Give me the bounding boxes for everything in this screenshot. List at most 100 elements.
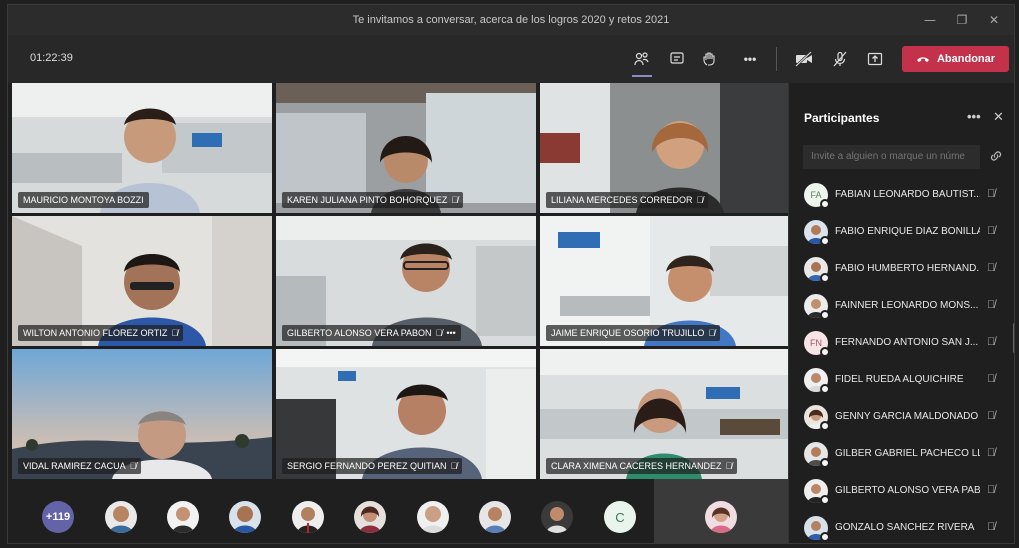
mic-muted-icon: 🎙̸ [171,328,179,338]
camera-toggle-button[interactable] [792,47,816,71]
participant-name: FABIO ENRIQUE DIAZ BONILLA [835,226,980,237]
avatar-photo [354,501,386,533]
list-item[interactable]: FABIO ENRIQUE DIAZ BONILLA 🎙̸ [789,214,1014,251]
mic-muted-icon: 🎙̸ [129,461,137,471]
presence-status [820,384,830,394]
video-tile[interactable]: WILTON ANTONIO FLOREZ ORTIZ 🎙̸ [12,216,272,346]
mic-muted-icon: 🎙̸ [987,521,996,533]
participant-avatar[interactable] [541,501,573,533]
video-tile[interactable]: JAIME ENRIQUE OSORIO TRUJILLO 🎙̸ [540,216,800,346]
video-tile[interactable]: SERGIO FERNANDO PEREZ QUITIAN 🎙̸ [276,349,536,479]
avatar-photo [292,501,324,533]
participant-avatar [804,294,830,320]
leave-meeting-button[interactable]: Abandonar [902,46,1009,72]
participant-avatar [804,405,830,431]
panel-scrollbar[interactable] [1013,323,1014,353]
video-tile[interactable]: GILBERTO ALONSO VERA PABON 🎙̸ ••• [276,216,536,346]
list-item[interactable]: FIDEL RUEDA ALQUICHIRE 🎙̸ [789,362,1014,399]
list-item[interactable]: GILBER GABRIEL PACHECO LL... 🎙̸ [789,436,1014,473]
list-item[interactable]: GONZALO SANCHEZ RIVERA 🎙̸ [789,510,1014,543]
mic-muted-icon: 🎙̸ [696,195,704,205]
presence-status [820,199,830,209]
avatar-photo [167,501,199,533]
window-controls: — ❐ ✕ [914,5,1010,35]
participant-strip: +119 C [8,479,788,543]
meeting-timer: 01:22:39 [30,52,73,64]
participant-avatar: FA [804,183,830,209]
avatar-photo [417,501,449,533]
participant-name-tag: LILIANA MERCEDES CORREDOR 🎙̸ [546,192,709,208]
video-tile[interactable]: VIDAL RAMIREZ CACUA 🎙̸ [12,349,272,479]
participant-name: SERGIO FERNANDO PEREZ QUITIAN [287,461,447,471]
mic-toggle-button[interactable] [828,47,852,71]
meeting-toolbar: 01:22:39 ••• Abandonar [8,35,1014,83]
participant-name: FAINNER LEONARDO MONS... [835,300,979,311]
participant-name-tag: MAURICIO MONTOYA BOZZI [18,192,149,208]
participant-name-tag: WILTON ANTONIO FLOREZ ORTIZ 🎙̸ [18,325,184,341]
participant-name: FIDEL RUEDA ALQUICHIRE [835,374,964,385]
mic-muted-icon: 🎙̸ [450,461,458,471]
mic-muted-icon: 🎙̸ [708,328,716,338]
presence-status [820,347,830,357]
presence-status [820,421,830,431]
toolbar-separator [776,47,777,71]
list-item[interactable]: FN FERNANDO ANTONIO SAN J... 🎙̸ [789,325,1014,362]
participant-avatar[interactable] [167,501,199,533]
video-tile[interactable]: KAREN JULIANA PINTO BOHORQUEZ 🎙̸ [276,83,536,213]
mic-muted-icon: 🎙̸ [987,188,996,200]
participant-name-tag: JAIME ENRIQUE OSORIO TRUJILLO 🎙̸ [546,325,721,341]
title-bar: Te invitamos a conversar, acerca de los … [8,5,1014,35]
mic-muted-icon: 🎙̸ [987,484,996,496]
list-item[interactable]: FAINNER LEONARDO MONS... 🎙̸ [789,288,1014,325]
participant-avatar[interactable] [105,501,137,533]
more-actions-button[interactable]: ••• [738,47,762,71]
participant-name: GONZALO SANCHEZ RIVERA [835,522,975,533]
participant-avatar[interactable]: C [604,501,636,533]
close-panel-button[interactable]: ✕ [993,110,1004,125]
avatar-photo [541,501,573,533]
participant-avatar[interactable] [417,501,449,533]
invite-input[interactable] [803,145,980,169]
avatar-photo [705,501,737,533]
share-invite-link-icon[interactable] [989,149,1003,163]
participant-avatar[interactable] [354,501,386,533]
participant-name-tag: CLARA XIMENA CACERES HERNANDEZ 🎙̸ [546,458,738,474]
show-participants-button[interactable] [630,47,654,77]
hand-icon [703,52,715,66]
self-video-preview [654,479,788,543]
list-item[interactable]: FABIO HUMBERTO HERNAND... 🎙̸ [789,251,1014,288]
participant-avatar[interactable] [292,501,324,533]
minimize-button[interactable]: — [914,13,946,27]
share-screen-button[interactable] [863,47,887,71]
raise-hand-button[interactable] [698,47,722,71]
participant-name: VIDAL RAMIREZ CACUA [23,461,126,471]
more-participants-badge[interactable]: +119 [42,501,74,533]
participant-name: FERNANDO ANTONIO SAN J... [835,337,979,348]
video-tile[interactable]: CLARA XIMENA CACERES HERNANDEZ 🎙̸ [540,349,800,479]
panel-more-options[interactable]: ••• [967,109,981,124]
list-scroll-hint: — [789,173,1014,175]
list-item[interactable]: FA FABIAN LEONARDO BAUTIST... 🎙̸ [789,177,1014,214]
participant-avatar[interactable] [229,501,261,533]
meeting-title: Te invitamos a conversar, acerca de los … [352,14,670,26]
presence-status [820,532,830,542]
participant-name: FABIAN LEONARDO BAUTIST... [835,189,980,200]
participant-avatar[interactable] [479,501,511,533]
restore-button[interactable]: ❐ [946,13,978,27]
show-chat-button[interactable] [665,47,689,71]
video-tile[interactable]: MAURICIO MONTOYA BOZZI [12,83,272,213]
list-item[interactable]: GENNY GARCIA MALDONADO 🎙̸ [789,399,1014,436]
mic-muted-icon: 🎙̸ [987,336,996,348]
video-tile[interactable]: LILIANA MERCEDES CORREDOR 🎙̸ [540,83,800,213]
tile-more-options[interactable]: ••• [446,328,455,338]
mic-muted-icon: 🎙̸ [987,225,996,237]
participant-name-tag: GILBERTO ALONSO VERA PABON 🎙̸ ••• [282,325,461,341]
list-item[interactable]: GILBERTO ALONSO VERA PAB... 🎙̸ [789,473,1014,510]
close-window-button[interactable]: ✕ [978,13,1010,27]
mic-muted-icon: 🎙̸ [451,195,459,205]
participant-name: KAREN JULIANA PINTO BOHORQUEZ [287,195,448,205]
participant-avatar [804,479,830,505]
presence-status [820,310,830,320]
participant-name: LILIANA MERCEDES CORREDOR [551,195,693,205]
participant-list: — FA FABIAN LEONARDO BAUTIST... 🎙̸ FABIO… [789,173,1014,543]
